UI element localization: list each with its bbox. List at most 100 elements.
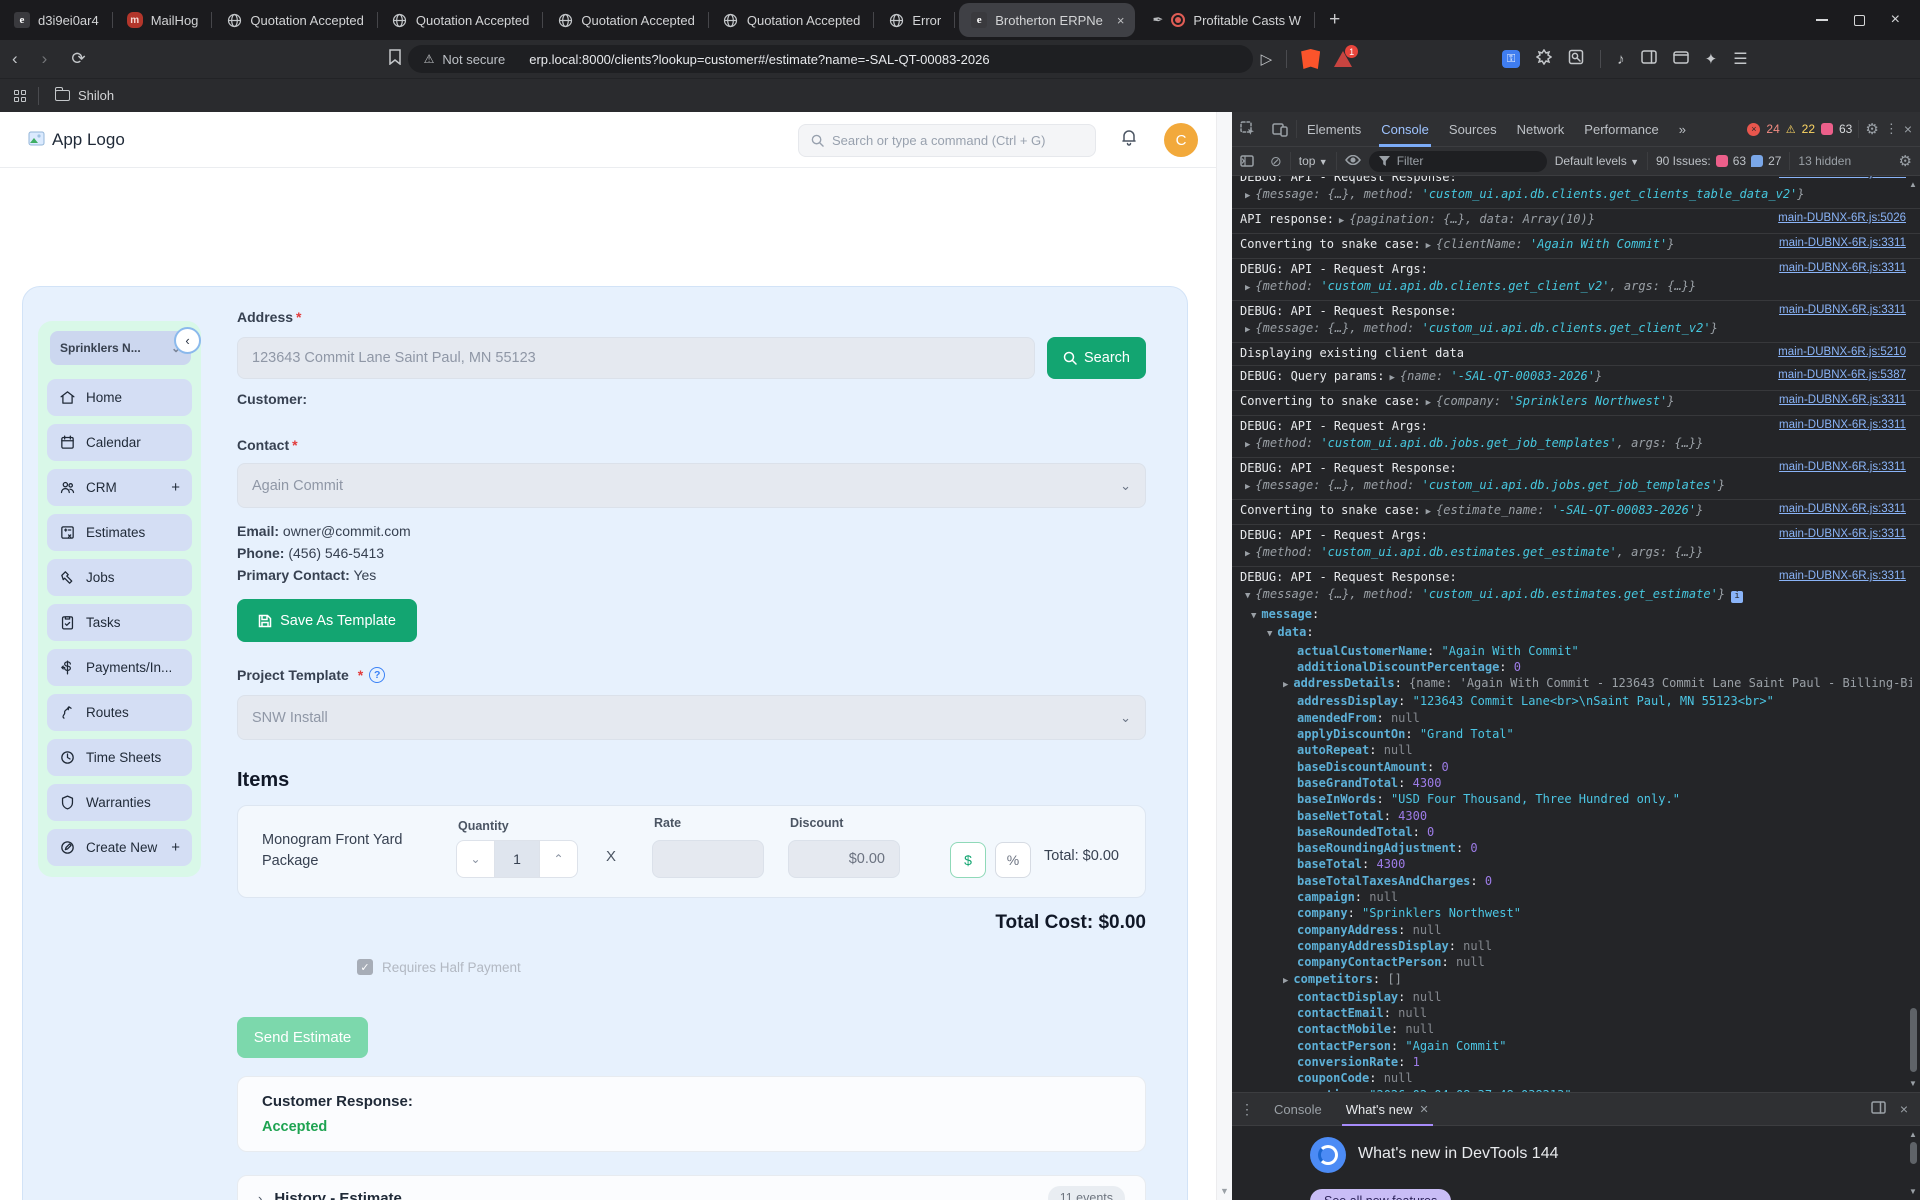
drawer-tab-console[interactable]: Console [1262,1092,1334,1126]
warning-icon[interactable]: ⚠ [1786,123,1796,136]
console-filter-input[interactable]: Filter [1368,150,1547,172]
page-scrollbar[interactable]: ▼ [1216,112,1232,1200]
collapse-icon[interactable]: ▼ [1251,611,1256,621]
scroll-up-arrow-icon[interactable]: ▲ [1909,1130,1917,1139]
console-source-link[interactable]: main-DUBNX-6R.js:5387 [1778,369,1906,381]
expand-icon[interactable]: ▶ [1245,325,1250,335]
scroll-down-arrow-icon[interactable]: ▼ [1220,1186,1229,1196]
drawer-scrollbar[interactable]: ▲ ▼ [1908,1130,1919,1196]
drawer-menu-icon[interactable]: ⋮ [1232,1101,1262,1118]
more-tabs-icon[interactable]: » [1669,112,1696,147]
global-search-input[interactable]: Search or type a command (Ctrl + G) [798,124,1096,157]
brave-shield-icon[interactable] [1301,49,1321,69]
console-source-link[interactable]: main-DUBNX-6R.js:3311 [1779,237,1906,249]
expand-icon[interactable]: ▶ [1283,976,1288,986]
scroll-down-arrow-icon[interactable]: ▼ [1909,1187,1917,1196]
browser-tab[interactable]: Quotation Accepted [709,0,875,40]
console-source-link[interactable]: main-DUBNX-6R.js:3311 [1779,419,1906,431]
console-source-link[interactable]: main-DUBNX-6R.js:5026 [1778,212,1906,224]
browser-tab[interactable]: Quotation Accepted [212,0,378,40]
devtools-tab-network[interactable]: Network [1507,112,1575,147]
clear-console-icon[interactable]: ⊘ [1270,153,1282,170]
drawer-tab-whats-new[interactable]: What's new ✕ [1334,1092,1441,1126]
reader-extension-icon[interactable] [1568,49,1584,69]
console-scrollbar[interactable]: ▲ ▼ [1908,178,1919,1090]
expand-icon[interactable]: ▶ [1426,507,1431,517]
save-as-template-button[interactable]: Save As Template [237,599,417,642]
wallet-icon[interactable] [1672,50,1689,68]
console-source-link[interactable]: main-DUBNX-6R.js:3311 [1779,461,1906,473]
bookmark-icon[interactable] [388,48,402,70]
devtools-tab-elements[interactable]: Elements [1297,112,1371,147]
eye-icon[interactable] [1344,154,1361,168]
inspect-element-icon[interactable] [1232,121,1264,137]
history-accordion[interactable]: › History - Estimate 11 events [237,1175,1146,1200]
search-button[interactable]: Search [1047,337,1146,379]
sidebar-item-estimates[interactable]: Estimates [47,514,192,551]
devtools-settings-icon[interactable]: ⚙ [1865,120,1878,138]
vpn-badge-icon[interactable]: 1 [1334,45,1359,67]
expand-icon[interactable]: ▶ [1390,373,1395,383]
collapse-icon[interactable]: ▼ [1267,629,1272,639]
tab-close-icon[interactable]: × [1117,13,1125,28]
forward-icon[interactable]: › [30,49,60,69]
stepper-up-icon[interactable]: ⌃ [540,841,577,877]
expand-icon[interactable]: ▶ [1245,440,1250,450]
stepper-down-icon[interactable]: ⌄ [457,841,494,877]
drawer-dock-icon[interactable] [1871,1101,1886,1117]
new-tab-button[interactable]: + [1315,9,1354,31]
console-scrollbar-thumb[interactable] [1910,1008,1917,1072]
sidebar-collapse-button[interactable]: ‹ [174,327,201,354]
console-source-link[interactable]: main-DUBNX-6R.js:3311 [1779,304,1906,316]
device-toolbar-icon[interactable] [1264,122,1296,137]
drawer-close-icon[interactable]: × [1900,1101,1908,1117]
expand-icon[interactable]: ▶ [1283,680,1288,690]
browser-tab[interactable]: Error [874,0,956,40]
discount-dollar-button[interactable]: $ [950,842,986,878]
devtools-tab-performance[interactable]: Performance [1574,112,1668,147]
see-all-features-button[interactable]: See all new features [1310,1189,1452,1200]
media-control-icon[interactable]: ♪ [1617,51,1625,68]
devtools-tab-console[interactable]: Console [1371,112,1439,147]
leo-ai-icon[interactable]: ✦ [1705,50,1718,68]
console-source-link[interactable]: main-DUBNX-6R.js:3311 [1779,503,1906,515]
sidebar-item-home[interactable]: Home [47,379,192,416]
console-source-link[interactable]: main-DUBNX-6R.js:3311 [1779,528,1906,540]
sidebar-item-crm[interactable]: CRM + [47,469,192,506]
app-logo[interactable]: App Logo [28,130,125,150]
expand-icon[interactable]: ▶ [1426,398,1431,408]
expand-icon[interactable]: ▶ [1339,216,1344,226]
sidebar-item-create-new[interactable]: Create New + [47,829,192,866]
share-icon[interactable]: ▷ [1261,50,1273,68]
devtools-menu-icon[interactable]: ⋮ [1885,121,1898,137]
expand-icon[interactable]: ▶ [1426,241,1431,251]
console-source-link[interactable]: main-DUBNX-6R.js:3311 [1779,570,1906,582]
company-select[interactable]: Sprinklers N... ⌄ [50,331,191,365]
plus-icon[interactable]: + [171,479,180,496]
expand-icon[interactable]: ▶ [1245,482,1250,492]
sidebar-item-calendar[interactable]: Calendar [47,424,192,461]
password-extension-icon[interactable]: ⚿ [1502,50,1521,68]
scroll-up-arrow-icon[interactable]: ▲ [1909,180,1917,189]
back-icon[interactable]: ‹ [0,49,30,69]
sidebar-item-jobs[interactable]: Jobs [47,559,192,596]
scroll-down-arrow-icon[interactable]: ▼ [1909,1079,1917,1088]
drawer-tab-close-icon[interactable]: ✕ [1420,1103,1429,1116]
side-panel-icon[interactable] [1640,50,1657,68]
sidebar-item-payments-in[interactable]: Payments/In... [47,649,192,686]
console-source-link[interactable]: main-DUBNX-6R.js:3311 [1779,262,1906,274]
collapse-icon[interactable]: ▼ [1245,591,1250,601]
contact-select[interactable]: Again Commit ⌄ [237,463,1146,508]
issues-icon[interactable] [1821,123,1833,135]
browser-tab[interactable]: m MailHog [113,0,213,40]
notifications-bell-icon[interactable] [1120,128,1138,152]
window-close-icon[interactable]: × [1891,11,1900,29]
extension-icon[interactable] [1535,48,1553,69]
sidebar-item-tasks[interactable]: Tasks [47,604,192,641]
plus-icon[interactable]: + [171,839,180,856]
devtools-tab-sources[interactable]: Sources [1439,112,1507,147]
devtools-close-icon[interactable]: × [1904,121,1916,137]
browser-tab[interactable]: Quotation Accepted [543,0,709,40]
rate-input[interactable] [652,840,764,878]
sidebar-item-time-sheets[interactable]: Time Sheets [47,739,192,776]
